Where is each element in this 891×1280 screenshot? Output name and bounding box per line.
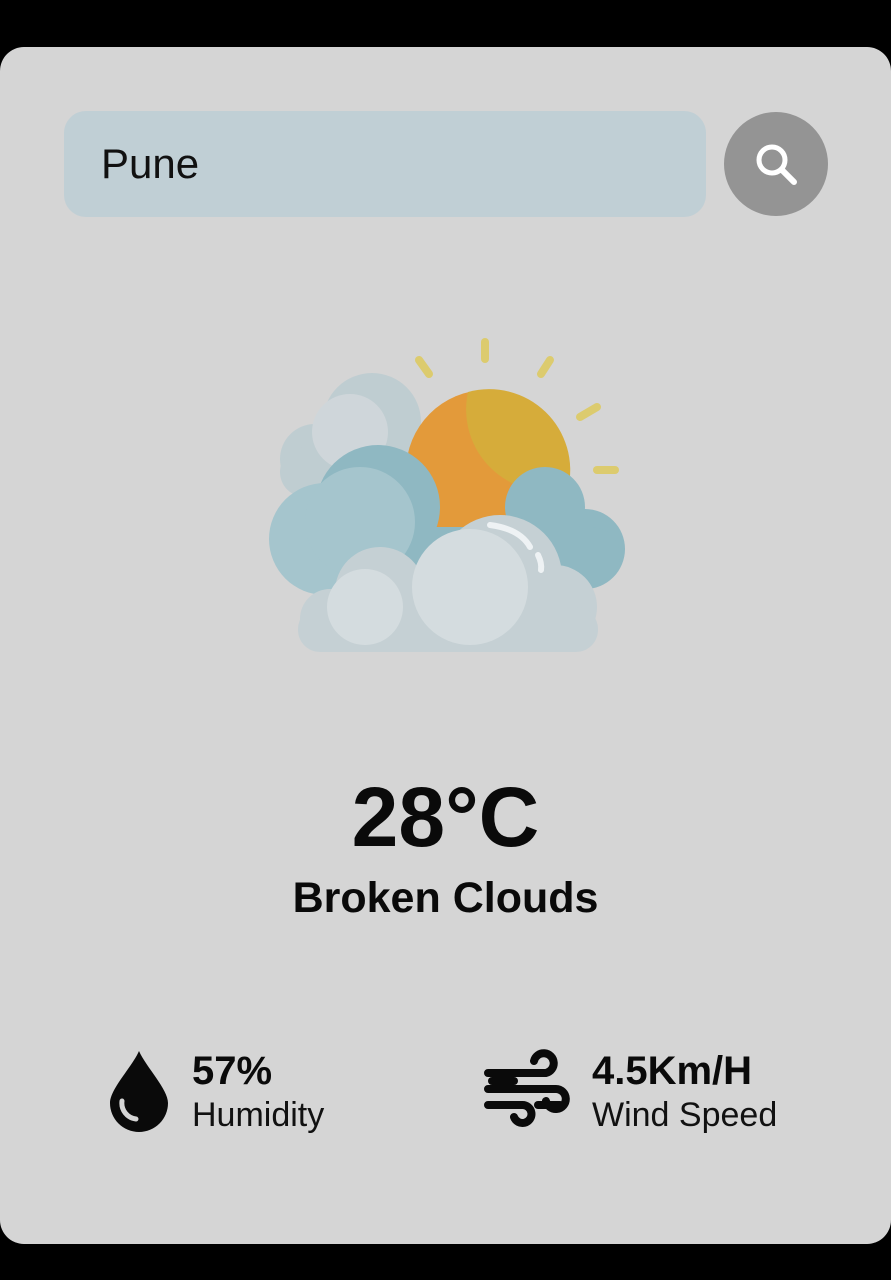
- sun-behind-clouds-icon: [269, 338, 625, 652]
- wind-stat: 4.5Km/H Wind Speed: [484, 1047, 777, 1136]
- wind-speed-value: 4.5Km/H: [592, 1049, 753, 1093]
- wind-speed-label: Wind Speed: [592, 1096, 778, 1134]
- weather-condition: Broken Clouds: [292, 874, 599, 922]
- temperature-value: 28°C: [351, 770, 540, 864]
- water-drop-icon: [110, 1051, 168, 1133]
- humidity-label: Humidity: [192, 1096, 325, 1134]
- humidity-stat: 57% Humidity: [106, 1047, 324, 1136]
- search-field[interactable]: [64, 111, 706, 217]
- wind-icon: [484, 1049, 570, 1128]
- humidity-value: 57%: [192, 1049, 273, 1093]
- search-icon: [756, 144, 797, 185]
- search-input[interactable]: [101, 140, 661, 188]
- weather-card: 28°C Broken Clouds 57% Humidity 4.5Km/H …: [0, 47, 891, 1244]
- search-button[interactable]: [724, 112, 828, 216]
